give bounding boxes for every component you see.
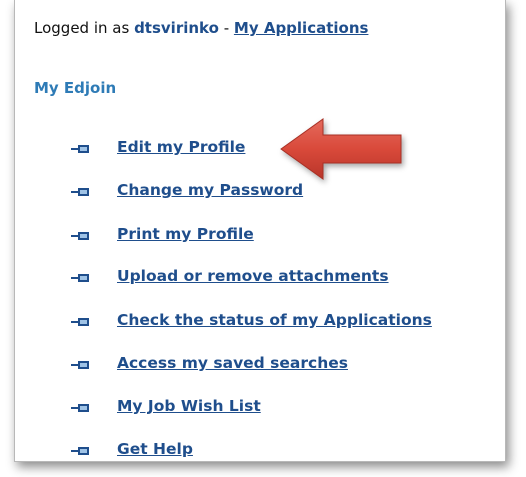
login-status: Logged in as dtsvirinko - My Application… (34, 19, 368, 37)
my-applications-link[interactable]: My Applications (234, 19, 369, 37)
red-arrow-icon (280, 118, 402, 180)
account-panel: Logged in as dtsvirinko - My Application… (14, 0, 506, 462)
bullet-pin-icon (71, 361, 89, 369)
bullet-pin-icon (71, 274, 89, 282)
section-title: My Edjoin (34, 79, 117, 97)
attachments-link[interactable]: Upload or remove attachments (117, 267, 389, 285)
edit-profile-link[interactable]: Edit my Profile (117, 138, 245, 156)
bullet-pin-icon (71, 188, 89, 196)
application-status-link[interactable]: Check the status of my Applications (117, 311, 432, 329)
username: dtsvirinko (134, 19, 219, 37)
bullet-pin-icon (71, 447, 89, 455)
saved-searches-link[interactable]: Access my saved searches (117, 354, 348, 372)
bullet-pin-icon (71, 232, 89, 240)
job-wish-list-link[interactable]: My Job Wish List (117, 397, 261, 415)
get-help-link[interactable]: Get Help (117, 440, 193, 458)
separator: - (223, 19, 230, 37)
bullet-pin-icon (71, 145, 89, 153)
bullet-pin-icon (71, 404, 89, 412)
print-profile-link[interactable]: Print my Profile (117, 225, 254, 243)
change-password-link[interactable]: Change my Password (117, 181, 303, 199)
bullet-pin-icon (71, 318, 89, 326)
logged-in-prefix: Logged in as (34, 19, 130, 37)
